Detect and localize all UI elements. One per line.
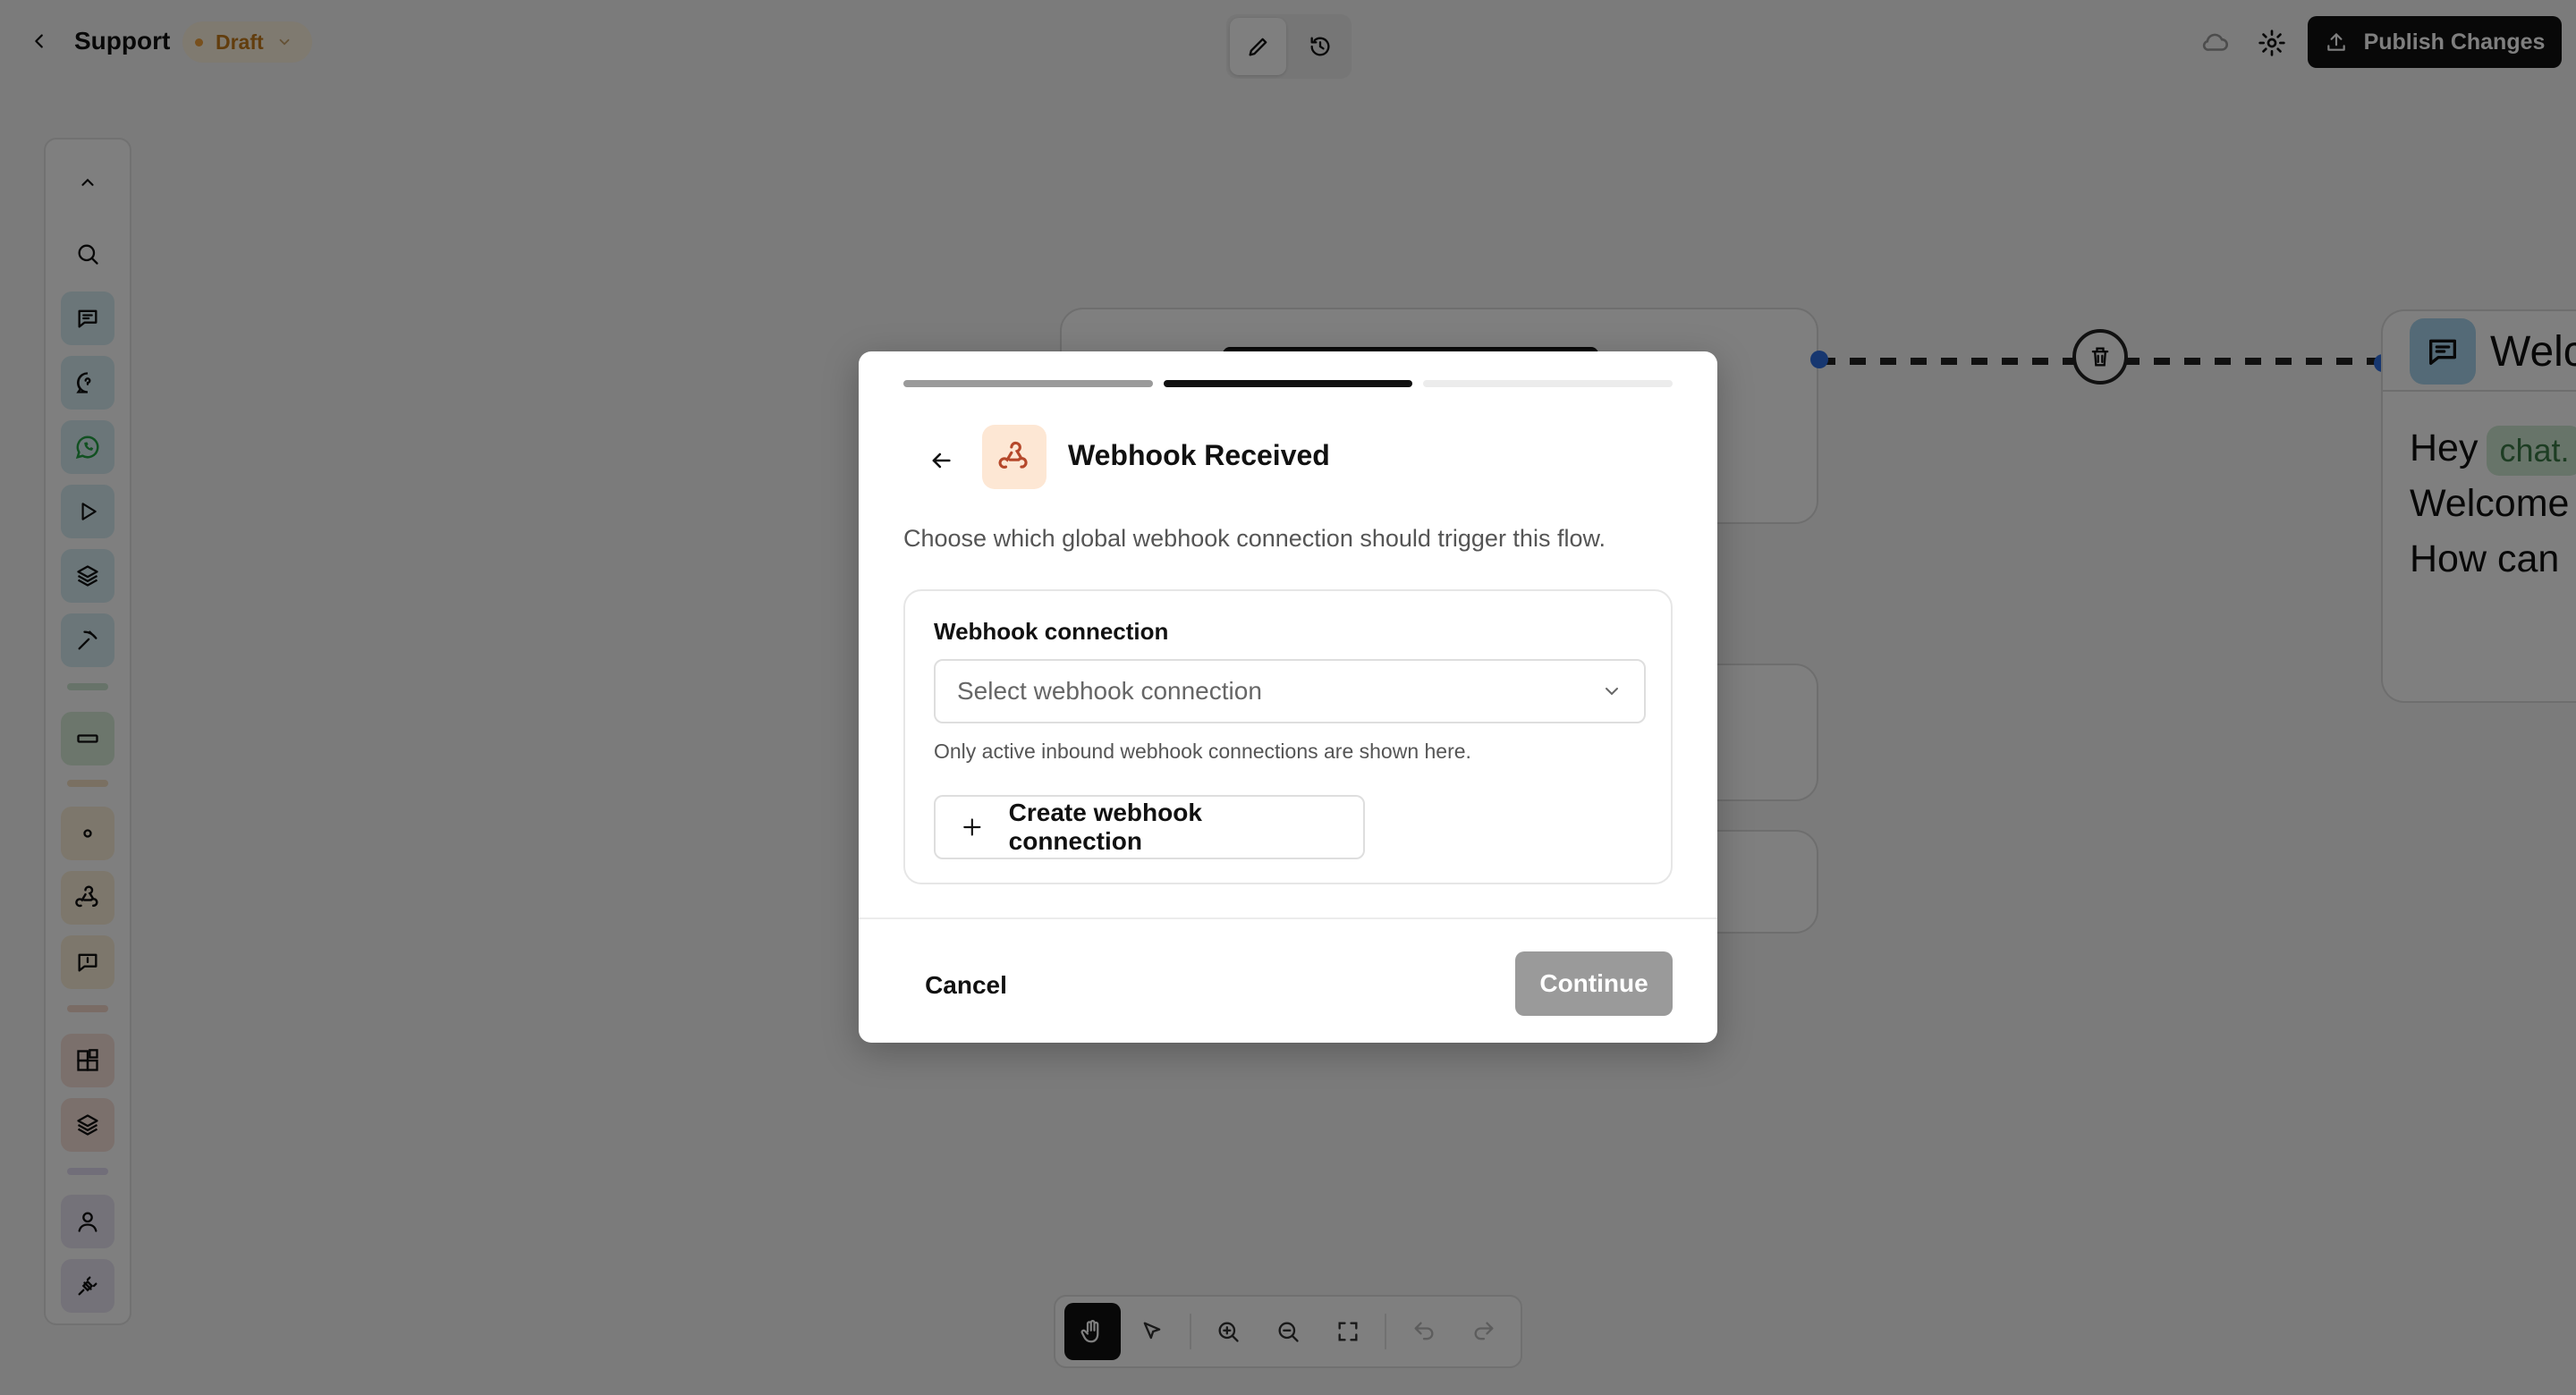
modal-footer: Cancel Continue bbox=[859, 917, 1717, 1043]
cancel-button[interactable]: Cancel bbox=[903, 953, 1029, 1018]
webhook-icon bbox=[982, 425, 1046, 489]
modal-title: Webhook Received bbox=[1068, 439, 1330, 471]
step-progress bbox=[903, 380, 1674, 387]
create-webhook-button[interactable]: Create webhook connection bbox=[934, 795, 1365, 859]
progress-step bbox=[1423, 380, 1674, 387]
progress-step bbox=[1163, 380, 1413, 387]
field-label: Webhook connection bbox=[934, 618, 1169, 645]
select-hint: Only active inbound webhook connections … bbox=[934, 740, 1471, 763]
modal-description: Choose which global webhook connection s… bbox=[903, 525, 1606, 552]
chevron-down-icon bbox=[1606, 688, 1618, 696]
modal-back-button[interactable] bbox=[914, 434, 968, 487]
webhook-connection-card: Webhook connection Select webhook connec… bbox=[903, 589, 1673, 884]
webhook-modal: Webhook Received Choose which global web… bbox=[859, 351, 1717, 1043]
plus-icon bbox=[963, 818, 981, 836]
continue-button[interactable]: Continue bbox=[1515, 951, 1673, 1016]
webhook-connection-select[interactable]: Select webhook connection bbox=[934, 659, 1646, 723]
arrow-left-icon bbox=[932, 452, 951, 469]
create-webhook-label: Create webhook connection bbox=[1008, 799, 1202, 855]
progress-step bbox=[903, 380, 1153, 387]
select-placeholder: Select webhook connection bbox=[957, 677, 1262, 705]
